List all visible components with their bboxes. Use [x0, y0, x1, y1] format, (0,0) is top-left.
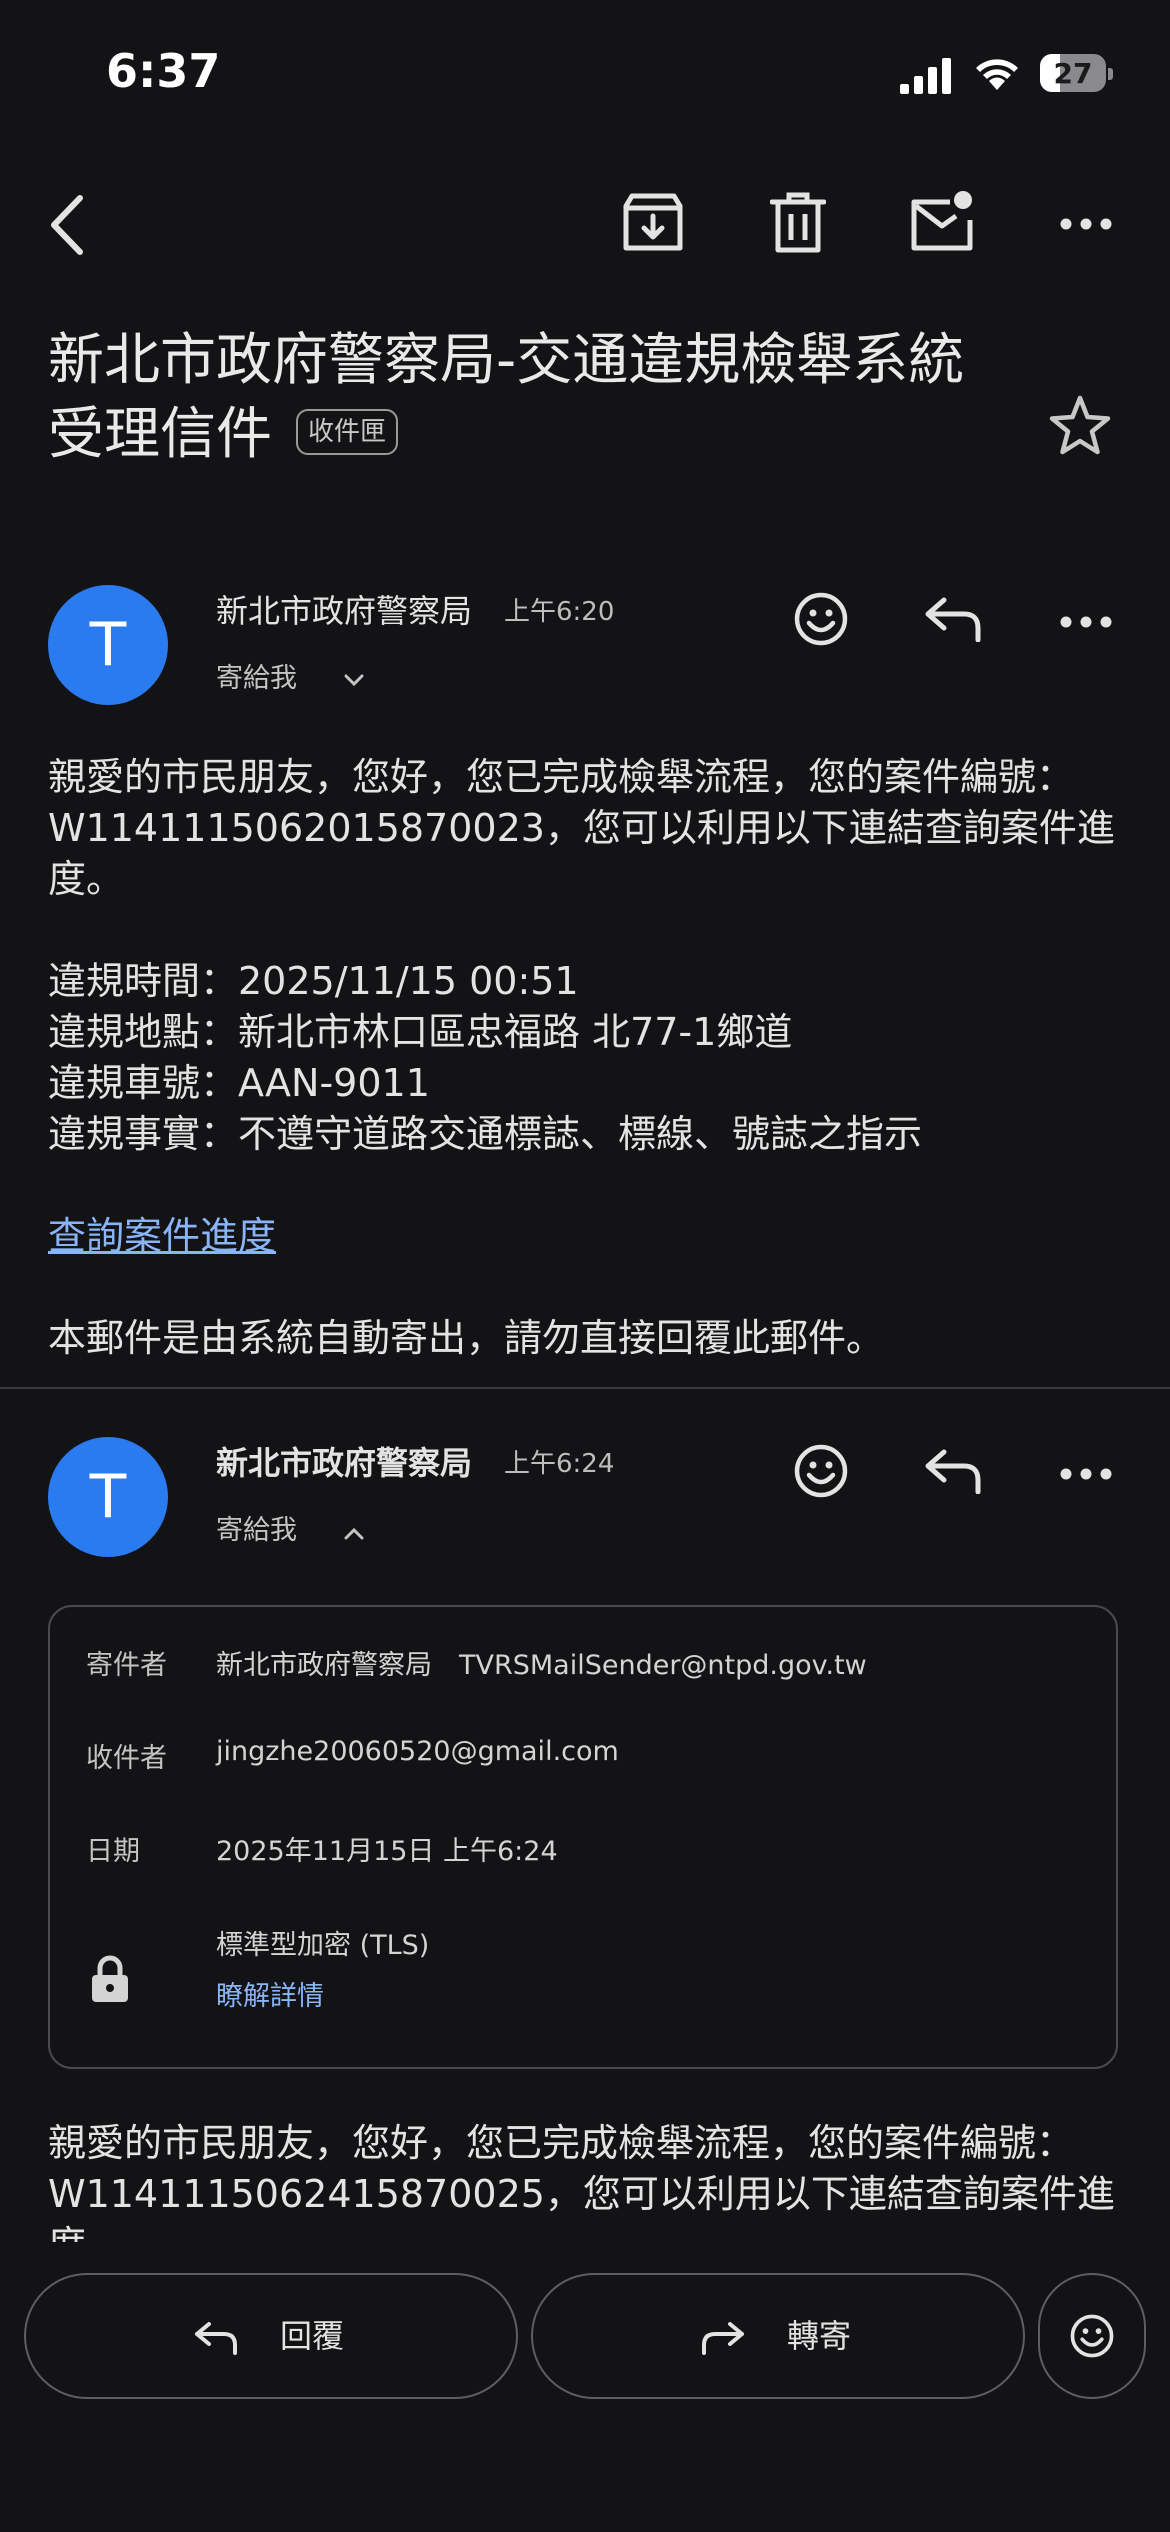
delete-button[interactable]	[769, 192, 827, 254]
more-horizontal-icon	[1060, 218, 1112, 230]
trash-icon	[769, 192, 827, 253]
recipient-toggle[interactable]: 寄給我	[216, 656, 376, 696]
star-icon	[1049, 395, 1111, 455]
lock-icon	[92, 1955, 128, 2002]
forward-icon	[702, 2322, 744, 2355]
encryption-value: 標準型加密 (TLS)	[216, 1930, 430, 1961]
violation-place: 違規地點：新北市林口區忠福路 北77-1鄉道	[48, 1010, 793, 1054]
sender-name[interactable]: 新北市政府警察局	[216, 586, 472, 632]
from-value: 新北市政府警察局 TVRSMailSender@ntpd.gov.tw	[216, 1650, 867, 1681]
reply-label: 回覆	[280, 2317, 345, 2355]
emoji-icon	[1070, 2314, 1114, 2358]
react-action-button[interactable]	[1038, 2273, 1146, 2399]
more-options-button[interactable]	[1060, 212, 1112, 236]
more-horizontal-icon	[1060, 1468, 1112, 1480]
battery-level: 27	[1053, 57, 1093, 90]
message-more-button[interactable]	[1060, 1462, 1112, 1486]
folder-chip[interactable]: 收件匣	[296, 408, 399, 455]
message-details-panel: 寄件者 新北市政府警察局 TVRSMailSender@ntpd.gov.tw …	[48, 1605, 1118, 2069]
add-reaction-button[interactable]	[794, 592, 848, 646]
message-body: 親愛的市民朋友，您好，您已完成檢舉流程，您的案件編號： W11411150620…	[48, 752, 1118, 1364]
recipient-label: 寄給我	[216, 663, 297, 694]
body-line: 度。	[48, 857, 125, 901]
subject-line-2: 受理信件	[48, 402, 272, 467]
reply-button[interactable]	[924, 1448, 982, 1495]
reply-icon	[925, 1449, 981, 1495]
message-divider	[0, 1387, 1170, 1389]
more-horizontal-icon	[1060, 616, 1112, 628]
reply-action-button[interactable]: 回覆	[24, 2273, 518, 2399]
body-line: W1141115062415870025，您可以利用以下連結查詢案件進	[48, 2172, 1115, 2216]
mark-unread-button[interactable]	[910, 190, 974, 254]
chevron-up-icon	[344, 1527, 364, 1540]
subject-line-1: 新北市政府警察局-交通違規檢舉系統	[48, 328, 965, 393]
mail-unread-icon	[911, 191, 973, 251]
sender-avatar[interactable]: T	[48, 1437, 168, 1557]
recipient-toggle[interactable]: 寄給我	[216, 1508, 376, 1548]
add-reaction-button[interactable]	[794, 1444, 848, 1498]
message-more-button[interactable]	[1060, 610, 1112, 634]
body-line: 親愛的市民朋友，您好，您已完成檢舉流程，您的案件編號：	[48, 755, 1075, 799]
email-subject: 新北市政府警察局-交通違規檢舉系統 受理信件 收件匣	[48, 324, 1008, 472]
cellular-signal-icon	[900, 58, 951, 94]
from-label: 寄件者	[86, 1650, 167, 1681]
status-time: 6:37	[106, 44, 221, 98]
to-value: jingzhe20060520@gmail.com	[216, 1736, 619, 1767]
violation-fact: 違規事實：不遵守道路交通標誌、標線、號誌之指示	[48, 1112, 923, 1156]
body-line: W1141115062015870023，您可以利用以下連結查詢案件進	[48, 806, 1115, 850]
date-value: 2025年11月15日 上午6:24	[216, 1836, 558, 1867]
back-arrow-icon	[51, 195, 83, 255]
message-time: 上午6:24	[504, 1449, 615, 1479]
body-line: 親愛的市民朋友，您好，您已完成檢舉流程，您的案件編號：	[48, 2121, 1075, 2165]
case-progress-link[interactable]: 查詢案件進度	[48, 1214, 276, 1258]
archive-button[interactable]	[622, 192, 684, 254]
date-label: 日期	[86, 1836, 140, 1867]
auto-mail-notice: 本郵件是由系統自動寄出，請勿直接回覆此郵件。	[48, 1316, 885, 1360]
chevron-down-icon	[344, 674, 364, 687]
forward-action-button[interactable]: 轉寄	[531, 2273, 1025, 2399]
emoji-icon	[794, 592, 848, 646]
sender-name[interactable]: 新北市政府警察局	[216, 1438, 472, 1484]
message-time: 上午6:20	[504, 597, 615, 627]
back-button[interactable]	[42, 190, 98, 260]
sender-avatar[interactable]: T	[48, 585, 168, 705]
violation-time: 違規時間：2025/11/15 00:51	[48, 959, 579, 1003]
reply-icon	[195, 2322, 237, 2355]
to-label: 收件者	[86, 1743, 167, 1774]
forward-label: 轉寄	[787, 2317, 852, 2355]
star-button[interactable]	[1048, 394, 1112, 456]
recipient-label: 寄給我	[216, 1515, 297, 1546]
status-icons: 27	[900, 50, 1120, 100]
emoji-icon	[794, 1444, 848, 1498]
wifi-icon	[976, 59, 1018, 90]
battery-icon: 27	[1040, 54, 1113, 92]
reply-icon	[925, 597, 981, 643]
bottom-bar-backdrop	[0, 2242, 1170, 2272]
violation-plate: 違規車號：AAN-9011	[48, 1061, 430, 1105]
learn-more-link[interactable]: 瞭解詳情	[216, 1974, 324, 2013]
archive-icon	[623, 193, 683, 251]
reply-button[interactable]	[924, 596, 982, 643]
